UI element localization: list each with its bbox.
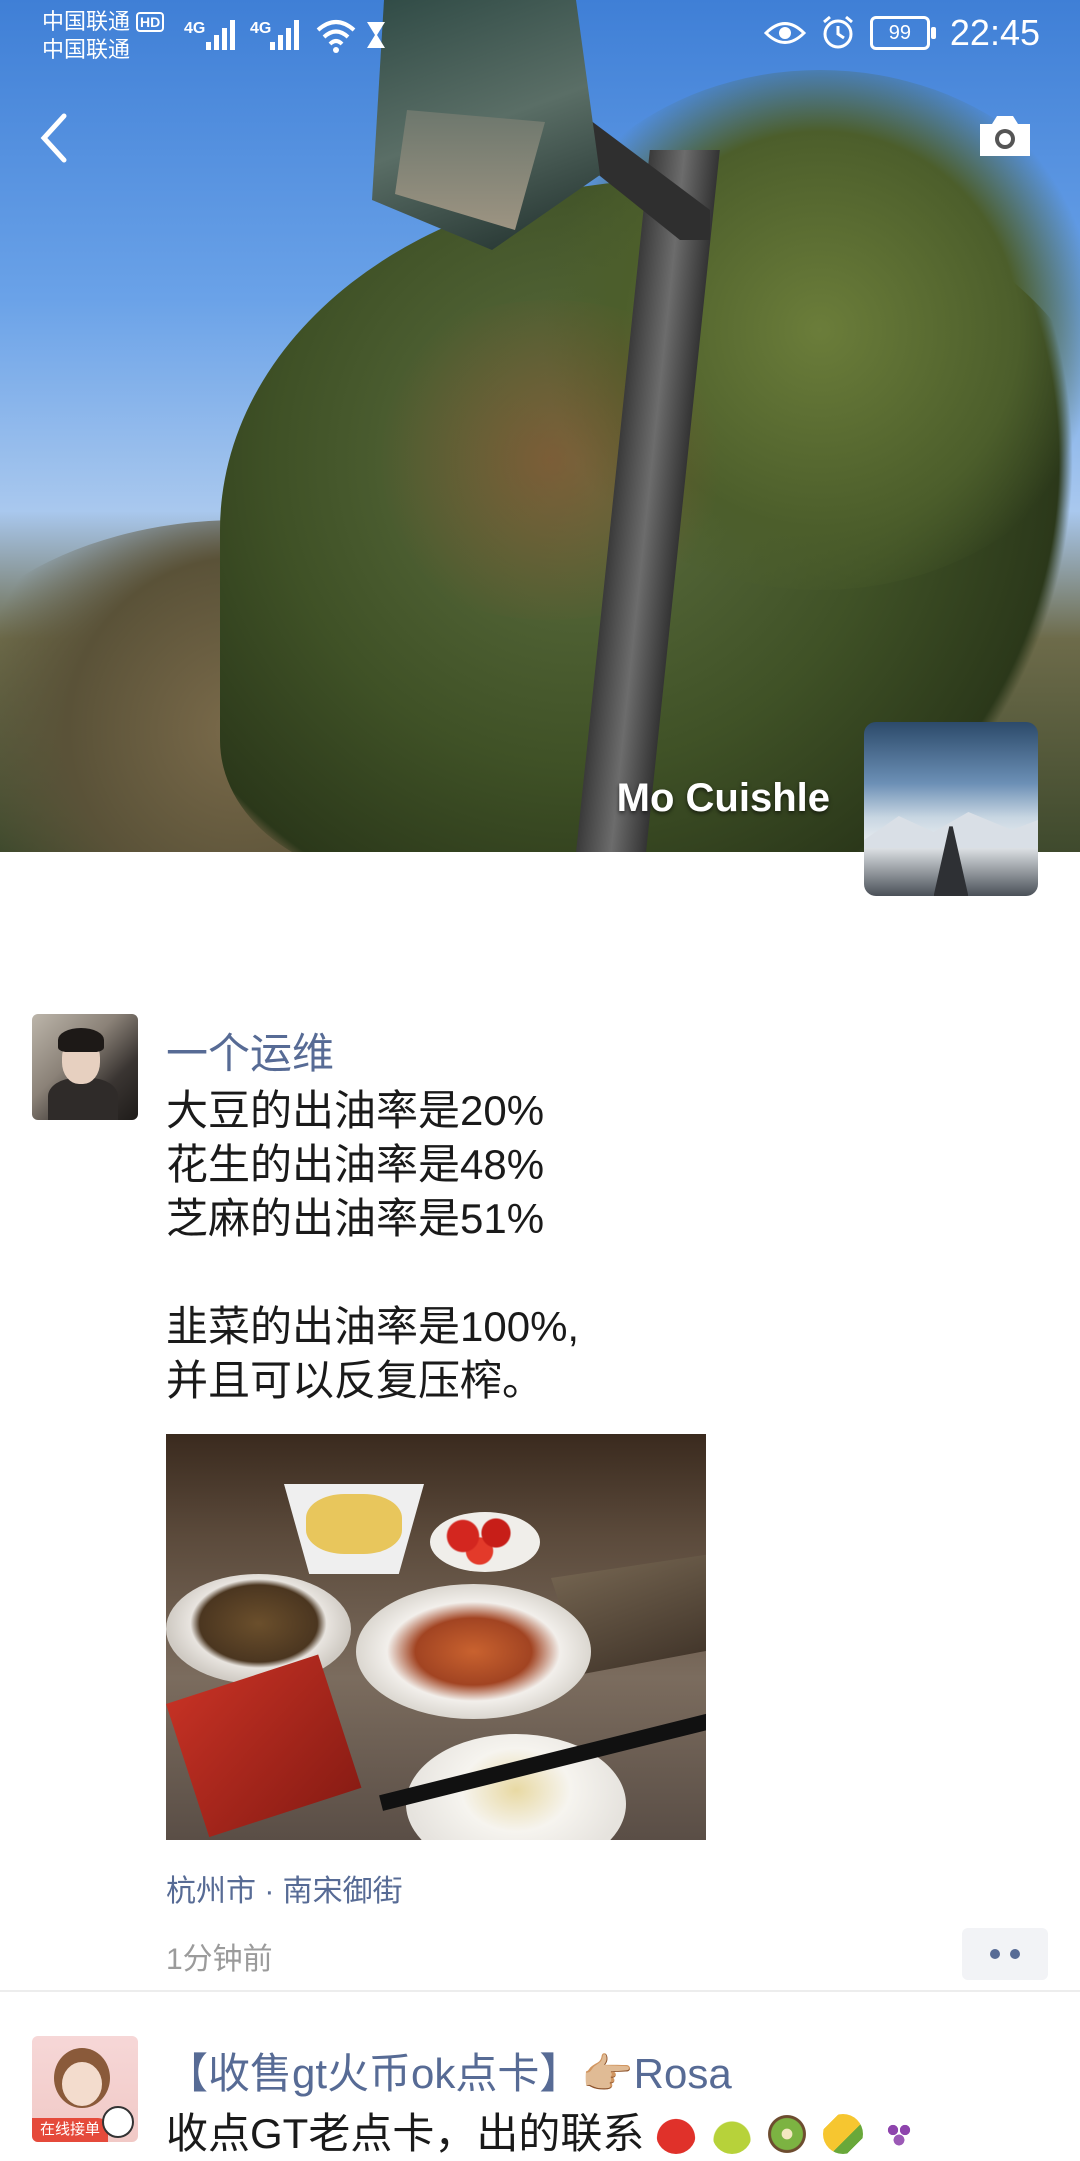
- post-text: 大豆的出油率是20% 花生的出油率是48% 芝麻的出油率是51% 韭菜的出油率是…: [166, 1084, 579, 1408]
- camera-icon[interactable]: [976, 112, 1034, 160]
- cat-icon: [102, 2106, 134, 2138]
- network-type-2: 4G: [250, 20, 272, 37]
- post-location[interactable]: 杭州市 · 南宋御街: [166, 1866, 403, 1910]
- author-avatar[interactable]: [32, 1014, 138, 1120]
- signal-icon: [206, 16, 242, 50]
- author-avatar[interactable]: 在线接单: [32, 2036, 138, 2142]
- post-text-line: 大豆的出油率是20%: [166, 1087, 545, 1134]
- hd-badge: HD: [136, 12, 165, 32]
- pear-icon: [711, 2114, 752, 2154]
- hourglass-icon: [367, 22, 385, 48]
- post-text-line: 花生的出油率是48%: [166, 1141, 545, 1188]
- signal-icon: [270, 16, 306, 50]
- corn-icon: [823, 2114, 864, 2154]
- avatar-tag: 在线接单: [32, 2118, 108, 2142]
- post-divider: [0, 1990, 1080, 1992]
- post-text-line: 韭菜的出油率是100%,: [166, 1303, 580, 1350]
- carrier-2: 中国联通: [42, 37, 131, 62]
- more-actions-button[interactable]: [962, 1928, 1048, 1980]
- grapes-icon: [878, 2114, 919, 2154]
- post-text-line: 芝麻的出油率是51%: [166, 1195, 545, 1242]
- post-text-line: [166, 1246, 579, 1300]
- post-text-line: 并且可以反复压榨。: [166, 1357, 545, 1404]
- profile-username: Mo Cuishle: [616, 776, 830, 820]
- post-text: 收点GT老点卡，出的联系: [166, 2100, 923, 2161]
- post-photo[interactable]: [166, 1434, 706, 1840]
- carrier-info: 中国联通 HD 中国联通: [42, 8, 165, 64]
- dot-icon: [1010, 1949, 1020, 1959]
- dot-icon: [990, 1949, 1000, 1959]
- post-text-line: 收点GT老点卡，出的联系: [166, 2110, 645, 2157]
- network-type-1: 4G: [184, 20, 206, 37]
- strawberry-icon: [656, 2114, 696, 2154]
- clock: 22:45: [949, 12, 1040, 53]
- back-icon[interactable]: [30, 108, 82, 168]
- battery-indicator: 99: [869, 16, 936, 50]
- alarm-icon: [822, 15, 853, 49]
- eye-icon: [763, 22, 806, 44]
- wifi-icon: [316, 20, 356, 53]
- profile-avatar[interactable]: [864, 722, 1038, 896]
- post-author-name[interactable]: 【收售gt火币ok点卡】👉🏼Rosa: [166, 2040, 732, 2101]
- status-right: 99 22:45: [763, 12, 1040, 54]
- status-bar: 中国联通 HD 中国联通 4G 4G 99 22:45: [0, 0, 1080, 70]
- post-timestamp: 1分钟前: [166, 1943, 273, 1976]
- post-author-name[interactable]: 一个运维: [166, 1020, 334, 1081]
- kiwi-icon: [767, 2114, 808, 2154]
- carrier-1: 中国联通: [42, 9, 131, 34]
